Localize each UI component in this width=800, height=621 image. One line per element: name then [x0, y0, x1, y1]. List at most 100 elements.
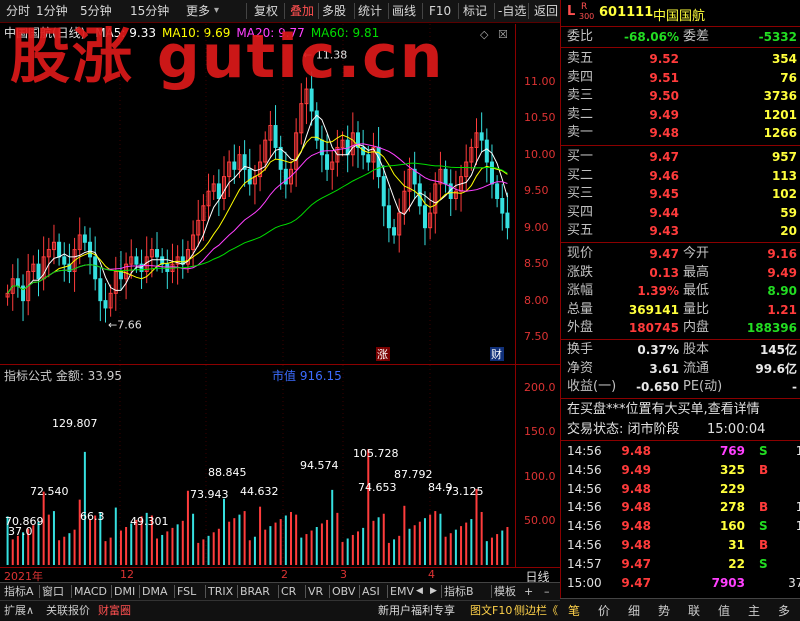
- indicator-tab-3[interactable]: DMI: [114, 584, 135, 599]
- bottom-link-2[interactable]: 财富圈: [98, 603, 131, 619]
- indicator-tick: 100.0: [524, 469, 556, 483]
- toolbar-item-1[interactable]: 1分钟: [36, 3, 68, 19]
- toolbar-item-11[interactable]: 标记: [463, 3, 487, 19]
- stat2-label: 净资: [567, 360, 594, 376]
- quote-tab-0[interactable]: 笔: [568, 602, 580, 619]
- buy-row-5: 买五 9.43 20: [561, 222, 800, 240]
- scroll-left-icon[interactable]: ◀: [416, 584, 423, 599]
- quote-tab-4[interactable]: 联: [688, 602, 700, 619]
- tab-separator: [278, 585, 279, 598]
- bottom-link-0[interactable]: 扩展∧: [4, 603, 34, 619]
- toolbar-item-13[interactable]: 返回: [534, 3, 558, 19]
- indicator-tab-2[interactable]: MACD: [74, 584, 107, 599]
- stat-value: 188396: [746, 321, 797, 336]
- tick-price: 9.47: [621, 556, 651, 571]
- quote-tab-1[interactable]: 价: [598, 602, 610, 619]
- period-daily-button[interactable]: 日线: [515, 567, 560, 584]
- indicator-tab-12[interactable]: EMV: [390, 584, 414, 599]
- tick-row: 14:569.49325B6: [561, 461, 800, 479]
- quote-tab-2[interactable]: 细: [628, 602, 640, 619]
- news-link[interactable]: 新用户福利专享: [378, 603, 455, 619]
- indicator-tab-13[interactable]: 指标B: [444, 584, 474, 599]
- stat-label: 量比: [683, 301, 710, 317]
- stat-label: 总量: [567, 301, 594, 317]
- sell-price: 9.50: [649, 89, 679, 104]
- toolbar-item-4[interactable]: 更多: [186, 3, 210, 19]
- bottom-right-link-1[interactable]: 侧边栏《: [514, 603, 558, 619]
- toolbar-item-9[interactable]: 画线: [392, 3, 416, 19]
- candle-body: [36, 263, 41, 280]
- separator: [561, 339, 800, 340]
- candle-body: [319, 139, 324, 156]
- indicator-tick: 50.00: [524, 513, 556, 527]
- toolbar-item-0[interactable]: 分时: [6, 3, 30, 19]
- add-icon[interactable]: +: [524, 584, 533, 599]
- dropdown-arrow-icon[interactable]: ▾: [214, 3, 219, 19]
- indicator-tab-10[interactable]: OBV: [332, 584, 355, 599]
- quote-tab-7[interactable]: 多: [778, 602, 790, 619]
- indicator-tab-9[interactable]: VR: [308, 584, 323, 599]
- separator: [561, 398, 800, 399]
- big-order-notice[interactable]: 在买盘***位置有大买单,查看详情: [567, 401, 800, 419]
- sell-label: 卖四: [567, 69, 594, 85]
- toolbar-item-3[interactable]: 15分钟: [130, 3, 169, 19]
- weicha-value: -5332: [758, 30, 797, 44]
- stat-row: 现价 9.47 今开 9.16: [561, 245, 800, 263]
- date-label: 12: [120, 568, 134, 581]
- tick-row: 14:579.4722S4: [561, 555, 800, 573]
- stat-value: 9.47: [649, 247, 679, 261]
- bottom-link-1[interactable]: 关联报价: [46, 603, 90, 619]
- close-icon[interactable]: ☒: [498, 28, 508, 41]
- stat2-row: 换手 0.37% 股本 145亿: [561, 341, 800, 359]
- stock-name: 中国国航: [653, 9, 706, 24]
- tick-count: 18: [795, 500, 800, 515]
- quote-tab-5[interactable]: 值: [718, 602, 730, 619]
- date-label: 4: [428, 568, 435, 581]
- tick-count: 10: [795, 444, 800, 458]
- indicator-tab-7[interactable]: BRAR: [240, 584, 270, 599]
- quote-tab-6[interactable]: 主: [748, 602, 760, 619]
- diamond-icon[interactable]: ◇: [480, 28, 489, 41]
- indicator-tab-6[interactable]: TRIX: [208, 584, 233, 599]
- price-tick: 10.00: [524, 147, 556, 161]
- toolbar-item-2[interactable]: 5分钟: [80, 3, 112, 19]
- separator: [561, 242, 800, 243]
- toolbar-item-10[interactable]: F10: [429, 3, 451, 19]
- candle-body: [88, 241, 93, 258]
- tick-volume: 325: [719, 462, 745, 477]
- tick-volume: 229: [719, 481, 745, 496]
- stat2-label: 流通: [683, 360, 710, 376]
- candle-body: [495, 183, 500, 199]
- indicator-tab-11[interactable]: ASI: [362, 584, 380, 599]
- minus-icon[interactable]: –: [544, 584, 550, 599]
- indicator-tab-5[interactable]: FSL: [177, 584, 196, 599]
- scroll-right-icon[interactable]: ▶: [430, 584, 437, 599]
- toolbar-item-12[interactable]: -自选: [498, 3, 526, 19]
- kline-chart[interactable]: ← 11.38 ←7.66 涨 财 ◇ ☒: [0, 24, 515, 364]
- candle-body: [392, 227, 397, 236]
- toolbar-item-8[interactable]: 统计: [358, 3, 382, 19]
- toolbar-item-7[interactable]: 多股: [322, 3, 346, 19]
- toolbar-item-6[interactable]: 叠加: [290, 3, 314, 19]
- indicator-chart[interactable]: 129.807105.72894.57488.845 87.79284.974.6…: [0, 365, 515, 567]
- tab-separator: [387, 585, 388, 598]
- price-axis: 11.00 10.50 10.00 9.50 9.00 8.50 8.00 7.50: [515, 24, 561, 364]
- bottom-right-link-0[interactable]: 图文F10: [470, 603, 512, 619]
- candle-body: [57, 241, 62, 258]
- sell-label: 卖五: [567, 51, 594, 66]
- tab-separator: [174, 585, 175, 598]
- toolbar-item-5[interactable]: 复权: [254, 3, 278, 19]
- indicator-tab-8[interactable]: CR: [281, 584, 296, 599]
- indicator-tab-4[interactable]: DMA: [142, 584, 168, 599]
- indicator-tab-1[interactable]: 窗口: [42, 584, 64, 599]
- indicator-tab-0[interactable]: 指标A: [4, 584, 34, 599]
- candle-body: [98, 278, 103, 302]
- buy-row-4: 买四 9.44 59: [561, 204, 800, 222]
- tab-separator: [305, 585, 306, 598]
- quote-tab-3[interactable]: 势: [658, 602, 670, 619]
- ma-line-0: [7, 114, 508, 294]
- indicator-axis: 200.0 150.0 100.0 50.00: [515, 365, 561, 567]
- tick-row: 15:00 9.47 7903 370: [561, 574, 800, 592]
- indicator-tab-14[interactable]: 模板: [494, 584, 516, 599]
- badge-cai-text: 财: [491, 347, 502, 361]
